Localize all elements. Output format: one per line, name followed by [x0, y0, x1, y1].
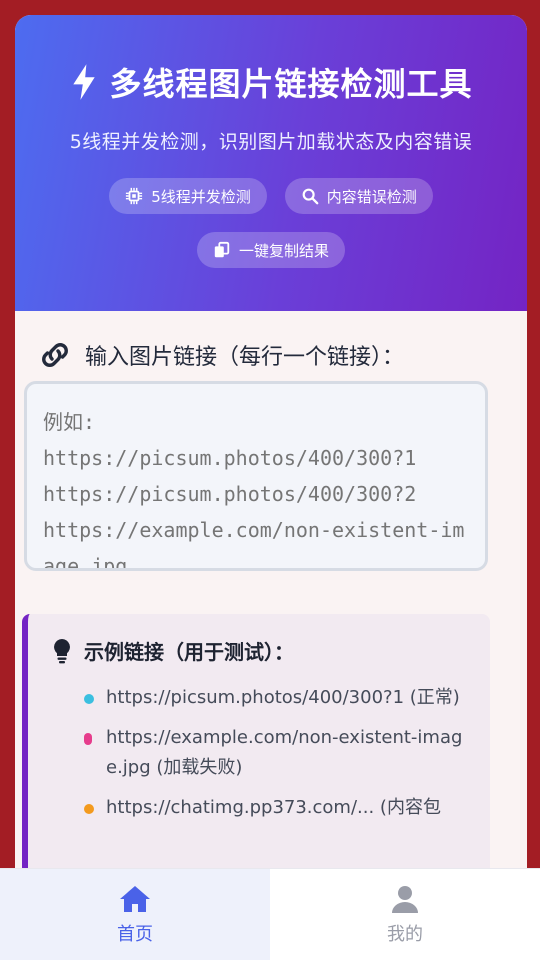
examples-title-text: 示例链接（用于测试）：	[84, 640, 294, 664]
chip-icon	[126, 187, 143, 205]
chip-error-detection: 内容错误检测	[284, 178, 433, 214]
feature-chips: 5线程并发检测 内容错误检测 一键复制结果	[15, 178, 527, 268]
nav-mine-label: 我的	[387, 924, 423, 945]
title-text: 多线程图片链接检测工具	[109, 65, 473, 103]
example-item: https://example.com/non-existent-image.j…	[84, 723, 470, 783]
chip-concurrency: 5线程并发检测	[109, 178, 267, 214]
example-item: https://chatimg.pp373.com/... (内容包	[84, 793, 470, 823]
copy-icon	[214, 241, 230, 258]
user-icon	[392, 886, 418, 913]
chip-label: 5线程并发检测	[151, 187, 251, 206]
nav-home-label: 首页	[117, 924, 153, 945]
links-input[interactable]	[24, 381, 488, 571]
chip-copy-result: 一键复制结果	[196, 232, 345, 268]
chip-label: 一键复制结果	[238, 241, 329, 260]
status-dot	[84, 733, 92, 745]
home-icon	[120, 886, 150, 912]
bottom-nav: 首页 我的	[0, 868, 540, 960]
input-label-text: 输入图片链接（每行一个链接）：	[85, 345, 405, 370]
examples-list: https://picsum.photos/400/300?1 (正常) htt…	[52, 683, 470, 823]
input-label: 输入图片链接（每行一个链接）：	[39, 339, 527, 371]
chip-label: 内容错误检测	[326, 187, 417, 206]
example-text: https://example.com/non-existent-image.j…	[106, 727, 463, 778]
link-icon	[42, 343, 68, 367]
subtitle: 5线程并发检测，识别图片加载状态及内容错误	[69, 131, 473, 153]
page-title: 多线程图片链接检测工具	[15, 59, 527, 105]
search-icon	[302, 188, 319, 205]
examples-title: 示例链接（用于测试）：	[52, 636, 470, 665]
lightning-icon	[73, 64, 96, 100]
status-dot	[84, 694, 94, 704]
status-dot	[84, 804, 94, 814]
example-text: https://picsum.photos/400/300?1 (正常)	[106, 687, 460, 708]
nav-mine[interactable]: 我的	[270, 869, 540, 960]
example-item: https://picsum.photos/400/300?1 (正常)	[84, 683, 470, 713]
lightbulb-icon	[54, 638, 70, 663]
nav-home[interactable]: 首页	[0, 869, 270, 960]
header: 多线程图片链接检测工具 5线程并发检测，识别图片加载状态及内容错误 5线程并发检…	[15, 15, 527, 311]
example-text: https://chatimg.pp373.com/... (内容包	[106, 797, 441, 818]
